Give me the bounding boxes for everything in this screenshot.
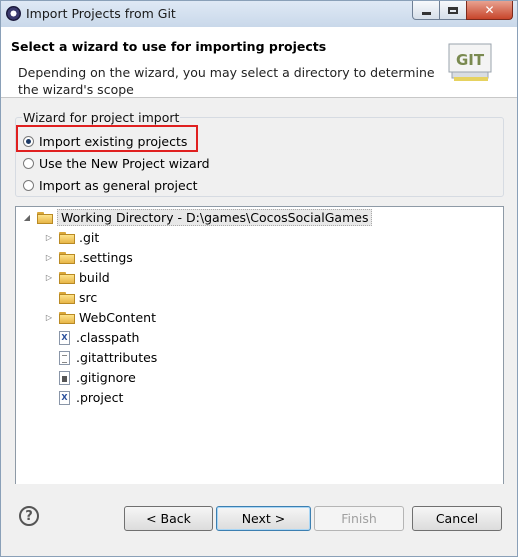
folder-icon bbox=[59, 291, 75, 304]
tree-item-build[interactable]: ▷ build bbox=[44, 268, 110, 287]
tree-item-label: .project bbox=[76, 390, 124, 405]
radio-button[interactable] bbox=[23, 180, 34, 191]
import-projects-dialog: Import Projects from Git ✕ Select a wiza… bbox=[0, 0, 518, 557]
wizard-body: Wizard for project import Import existin… bbox=[1, 98, 517, 526]
tree-root-label: Working Directory - D:\games\CocosSocial… bbox=[57, 209, 373, 226]
button-bar: ? < Back Next > Finish Cancel bbox=[1, 484, 517, 556]
minimize-icon bbox=[421, 12, 431, 15]
tree-item-gitattributes[interactable]: .gitattributes bbox=[59, 348, 157, 367]
eclipse-icon bbox=[6, 6, 21, 21]
maximize-icon bbox=[448, 6, 458, 14]
project-tree[interactable]: ◢ Working Directory - D:\games\CocosSoci… bbox=[15, 206, 504, 526]
folder-icon bbox=[59, 231, 75, 244]
page-description: Depending on the wizard, you may select … bbox=[18, 65, 435, 97]
tree-item-label: src bbox=[79, 290, 98, 305]
radio-label: Use the New Project wizard bbox=[39, 156, 210, 171]
minimize-button[interactable] bbox=[412, 1, 440, 20]
git-logo-icon: GIT bbox=[448, 43, 492, 81]
finish-button: Finish bbox=[314, 506, 404, 531]
red-highlight-box bbox=[16, 125, 198, 152]
folder-icon bbox=[59, 271, 75, 284]
radio-button[interactable] bbox=[23, 158, 34, 169]
window-title: Import Projects from Git bbox=[26, 6, 176, 21]
tree-item-label: build bbox=[79, 270, 110, 285]
text-file-icon bbox=[59, 350, 70, 365]
tree-root[interactable]: ◢ Working Directory - D:\games\CocosSoci… bbox=[22, 208, 373, 227]
group-legend: Wizard for project import bbox=[22, 110, 181, 125]
tree-item-label: .classpath bbox=[76, 330, 140, 345]
next-button[interactable]: Next > bbox=[216, 506, 311, 531]
radio-label: Import as general project bbox=[39, 178, 198, 193]
title-bar[interactable]: Import Projects from Git ✕ bbox=[1, 1, 517, 27]
help-icon[interactable]: ? bbox=[19, 506, 39, 526]
tree-item-gitignore[interactable]: .gitignore bbox=[59, 368, 136, 387]
tree-item-src[interactable]: src bbox=[44, 288, 97, 307]
xml-file-icon: X bbox=[59, 330, 70, 345]
radio-new-project-wizard[interactable]: Use the New Project wizard bbox=[23, 156, 210, 171]
expand-icon[interactable]: ▷ bbox=[44, 233, 54, 243]
tree-item-label: .git bbox=[79, 230, 100, 245]
folder-icon bbox=[59, 311, 75, 324]
expand-icon[interactable]: ▷ bbox=[44, 313, 54, 323]
tree-item-classpath[interactable]: X .classpath bbox=[59, 328, 139, 347]
close-icon: ✕ bbox=[484, 3, 495, 17]
tree-item-label: WebContent bbox=[79, 310, 156, 325]
file-icon bbox=[59, 370, 70, 385]
git-logo-text: GIT bbox=[456, 51, 485, 69]
tree-item-label: .settings bbox=[79, 250, 133, 265]
radio-general-project[interactable]: Import as general project bbox=[23, 178, 197, 193]
tree-item-label: .gitattributes bbox=[76, 350, 158, 365]
back-button[interactable]: < Back bbox=[124, 506, 213, 531]
folder-icon bbox=[37, 211, 53, 224]
collapse-icon[interactable]: ◢ bbox=[22, 213, 32, 223]
page-title: Select a wizard to use for importing pro… bbox=[11, 39, 327, 54]
tree-item-git[interactable]: ▷ .git bbox=[44, 228, 99, 247]
wizard-header: Select a wizard to use for importing pro… bbox=[1, 27, 517, 98]
maximize-button[interactable] bbox=[439, 1, 467, 20]
tree-item-webcontent[interactable]: ▷ WebContent bbox=[44, 308, 156, 327]
tree-item-project[interactable]: X .project bbox=[59, 388, 123, 407]
tree-item-settings[interactable]: ▷ .settings bbox=[44, 248, 133, 267]
xml-file-icon: X bbox=[59, 390, 70, 405]
folder-icon bbox=[59, 251, 75, 264]
expand-icon[interactable]: ▷ bbox=[44, 273, 54, 283]
expand-icon[interactable]: ▷ bbox=[44, 253, 54, 263]
close-button[interactable]: ✕ bbox=[466, 1, 513, 20]
tree-item-label: .gitignore bbox=[76, 370, 136, 385]
cancel-button[interactable]: Cancel bbox=[412, 506, 502, 531]
